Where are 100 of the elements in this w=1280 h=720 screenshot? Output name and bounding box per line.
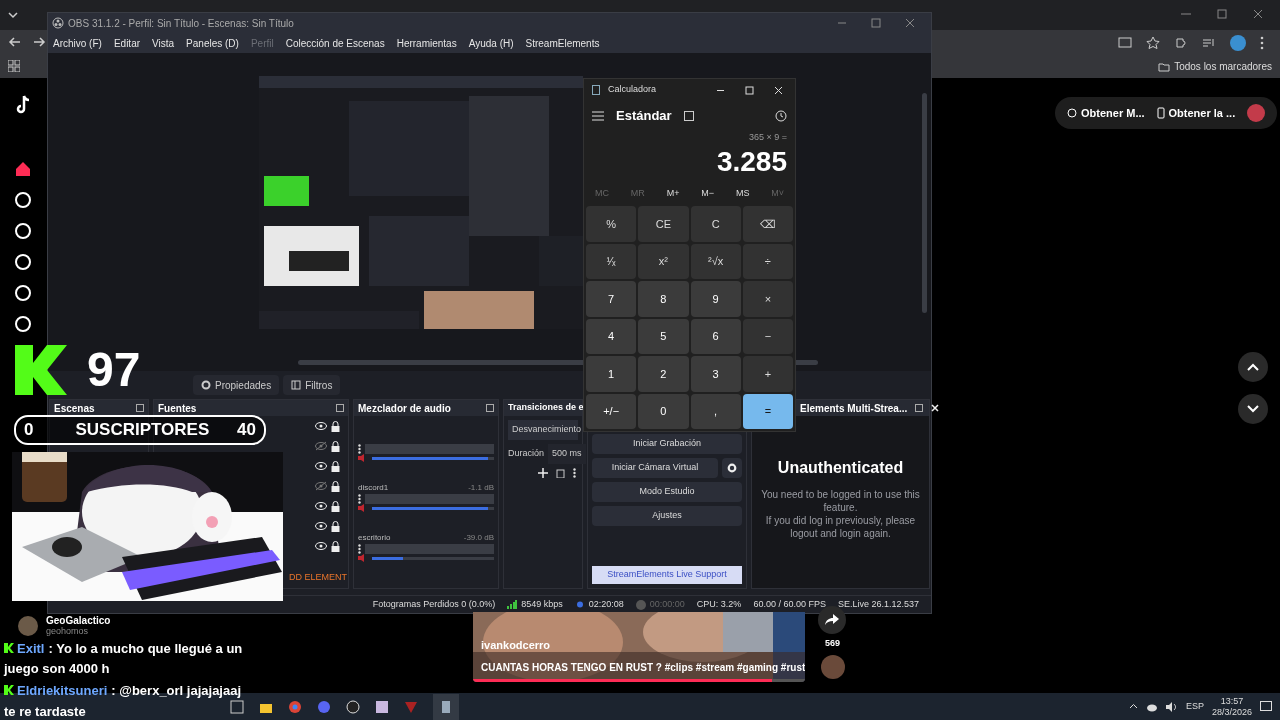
memory-button[interactable]: M− [701, 186, 715, 200]
video-author: ivankodcerro [481, 638, 551, 653]
filters-button[interactable]: Filtros [283, 375, 341, 395]
support-link[interactable]: StreamElements Live Support [592, 566, 742, 584]
calculator-key[interactable]: = [742, 393, 793, 429]
maximize-icon [871, 18, 881, 28]
control-button[interactable]: Iniciar Cámara Virtual [592, 458, 718, 478]
calculator-key[interactable]: 7 [586, 281, 637, 317]
duration-label: Duración [508, 447, 545, 461]
sidebar-icon [14, 191, 32, 209]
calculator-key[interactable]: 2 [638, 356, 689, 392]
counter-label: SUSCRIPTORES [75, 419, 210, 442]
auth-heading: Unauthenticated [776, 458, 905, 478]
memory-button[interactable]: M+ [666, 186, 680, 200]
calculator-key[interactable]: 0 [638, 393, 689, 429]
calculator-key[interactable]: + [742, 356, 793, 392]
menu-item[interactable]: StreamElements [525, 35, 600, 51]
follower-count: 97 [87, 346, 141, 394]
sidebar-icon [14, 284, 32, 302]
taskbar-app-icon [346, 699, 360, 714]
taskbar-app-icon [433, 693, 459, 720]
add-icon [538, 468, 548, 478]
control-button[interactable]: Iniciar Grabación [592, 434, 742, 454]
menu-item[interactable]: Herramientas [396, 35, 457, 51]
undock-icon [915, 404, 924, 412]
get-app-link[interactable]: Obtener la ... [1156, 104, 1236, 122]
calculator-key[interactable]: % [586, 206, 637, 242]
calculator-key[interactable]: 5 [638, 318, 689, 354]
status-text: 60.00 / 60.00 FPS [753, 597, 826, 611]
language-indicator[interactable]: ESP [1185, 699, 1204, 714]
calculator-key[interactable]: CE [638, 206, 689, 242]
avatar-icon[interactable] [821, 655, 845, 679]
lock-icon [331, 500, 340, 512]
channel-name: escritorio [358, 532, 391, 544]
restore-icon [1216, 8, 1228, 20]
counter-left: 0 [24, 419, 34, 442]
settings-button[interactable] [722, 458, 742, 478]
share-button[interactable] [818, 606, 846, 634]
menu-item[interactable]: Ayuda (H) [468, 35, 514, 51]
video-caption: CUANTAS HORAS TENGO EN RUST ? #clips #stream #gaming #rust [481, 661, 805, 675]
control-button[interactable]: Ajustes [592, 506, 742, 526]
calculator-key[interactable]: − [742, 318, 793, 354]
forward-icon [32, 35, 46, 49]
lock-icon [331, 420, 340, 432]
calculator-key[interactable]: 6 [690, 318, 741, 354]
calculator-key[interactable]: 1 [586, 356, 637, 392]
calculator-key[interactable]: × [742, 281, 793, 317]
calculator-key[interactable]: 4 [586, 318, 637, 354]
calculator-key[interactable]: 8 [638, 281, 689, 317]
avatar-icon[interactable] [1230, 35, 1246, 51]
menu-item[interactable]: Paneles (D) [186, 35, 239, 51]
gear-icon [201, 380, 211, 390]
calculator-mode: Estándar [616, 107, 672, 126]
control-button[interactable]: Modo Estudio [592, 482, 742, 502]
calculator-key[interactable]: ²√x [690, 243, 741, 279]
memory-button[interactable]: MS [735, 186, 750, 200]
maximize-icon [745, 85, 754, 95]
calculator-key[interactable]: 3 [690, 356, 741, 392]
bookmark-folder[interactable]: Todos los marcadores [1158, 59, 1272, 74]
taskbar-app-icon [288, 699, 302, 714]
status-text: CPU: 3.2% [696, 597, 742, 611]
menu-item[interactable]: Archivo (F) [53, 35, 102, 51]
calculator-icon [592, 85, 600, 95]
calculator-key[interactable]: 9 [690, 281, 741, 317]
close-icon [1252, 8, 1264, 20]
properties-button[interactable]: Propiedades [193, 375, 280, 395]
get-app-link[interactable]: Obtener M... [1067, 104, 1145, 122]
dock-title: Fuentes [158, 401, 197, 416]
calculator-key[interactable]: , [690, 393, 741, 429]
menu-icon [592, 111, 604, 121]
keep-on-top-icon [683, 111, 694, 121]
calculator-key[interactable]: ¹⁄ₓ [586, 243, 637, 279]
add-element-button[interactable]: DD ELEMENT [289, 570, 347, 584]
streaming-icon [574, 600, 585, 609]
menu-dots-icon [358, 544, 361, 554]
avatar-icon[interactable] [1247, 104, 1266, 122]
profile-name: GeoGalactico [46, 615, 111, 626]
video-card[interactable]: ivankodcerro CUANTAS HORAS TENGO EN RUST ? #clips #stream #gaming #rust [473, 612, 805, 682]
extensions-icon [1174, 36, 1188, 50]
status-text: 02:20:08 [588, 597, 624, 611]
calculator-key[interactable]: ⌫ [742, 206, 793, 242]
menu-item[interactable]: Vista [152, 35, 175, 51]
history-icon [775, 110, 787, 122]
notifications-icon [1260, 700, 1272, 713]
calculator-key[interactable]: C [690, 206, 741, 242]
phone-icon [1156, 107, 1165, 119]
menu-dots-icon [358, 444, 361, 454]
menu-item[interactable]: Colección de Escenas [285, 35, 385, 51]
profile-handle: geohomos [46, 626, 90, 637]
calculator-key[interactable]: x² [638, 243, 689, 279]
clock[interactable]: 13:57 28/3/2026 [1211, 695, 1252, 718]
calculator-key[interactable]: +/− [586, 393, 637, 429]
scroll-up-button[interactable] [1238, 352, 1268, 382]
calculator-key[interactable]: ÷ [742, 243, 793, 279]
lock-icon [331, 480, 340, 492]
duration-field[interactable]: 500 ms [548, 444, 586, 464]
menu-item[interactable]: Editar [113, 35, 141, 51]
scroll-down-button[interactable] [1238, 394, 1268, 424]
close-icon [905, 18, 915, 28]
signal-icon [507, 600, 518, 609]
